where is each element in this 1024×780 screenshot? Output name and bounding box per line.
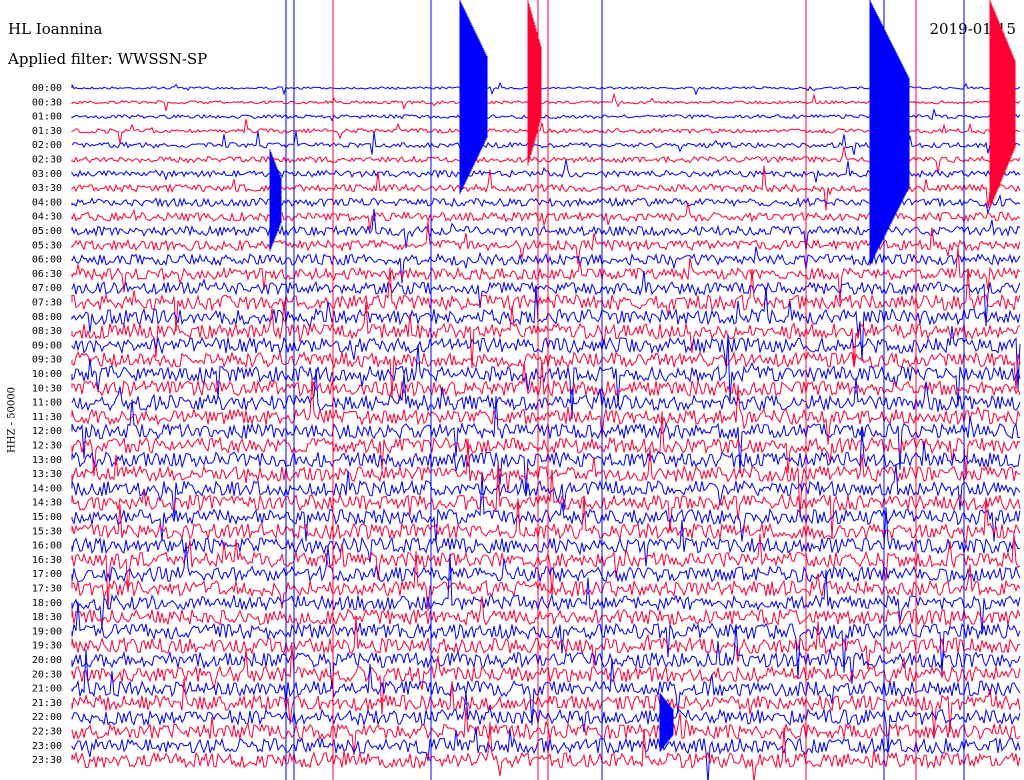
seismogram-plot: 00:00 00:30 01:00 01:30 02:00 02:30 03:00 03:30… [32,0,1021,780]
time-tick-0700: 07:00 [32,283,62,294]
time-tick-0430: 04:30 [32,212,62,223]
trace-row-1630 [71,533,1021,610]
time-tick-0230: 02:30 [32,155,62,166]
time-tick-2030: 20:30 [32,669,62,680]
time-tick-1600: 16:00 [32,541,62,552]
trace-row-1330 [71,438,1021,518]
time-tick-1300: 13:00 [32,455,62,466]
trace-row-1900 [71,601,1021,679]
time-tick-1230: 12:30 [32,441,62,452]
event-burst-1 [527,0,542,166]
time-tick-1630: 16:30 [32,555,62,566]
time-tick-2330: 23:30 [32,755,62,766]
trace-row-1700 [71,542,1021,583]
time-tick-1130: 11:30 [32,412,62,423]
trace-row-0800 [71,285,1021,362]
time-tick-1000: 10:00 [32,369,62,380]
time-tick-1100: 11:00 [32,398,62,409]
trace-row-0830 [71,301,1021,369]
time-tick-1030: 10:30 [32,383,62,394]
time-tick-0300: 03:00 [32,169,62,180]
time-tick-2230: 22:30 [32,727,62,738]
time-tick-1430: 14:30 [32,498,62,509]
trace-row-0900 [71,325,1021,391]
time-tick-1530: 15:30 [32,526,62,537]
time-tick-labels: 00:00 00:30 01:00 01:30 02:00 02:30 03:00 03:30… [32,83,62,766]
time-tick-2000: 20:00 [32,655,62,666]
time-tick-1830: 18:30 [32,612,62,623]
time-tick-1330: 13:30 [32,469,62,480]
trace-row-1830 [71,596,1021,627]
time-tick-2100: 21:00 [32,684,62,695]
trace-group [71,0,1021,780]
time-tick-0330: 03:30 [32,183,62,194]
time-tick-1730: 17:30 [32,584,62,595]
event-burst-4 [269,149,282,252]
time-tick-0000: 00:00 [32,83,62,94]
time-tick-0900: 09:00 [32,340,62,351]
trace-row-1100 [71,368,1021,413]
time-tick-0530: 05:30 [32,240,62,251]
trace-row-1500 [71,473,1021,544]
time-tick-0130: 01:30 [32,126,62,137]
time-tick-0200: 02:00 [32,140,62,151]
event-burst-2 [869,0,910,266]
time-tick-0630: 06:30 [32,269,62,280]
time-tick-0930: 09:30 [32,355,62,366]
time-tick-2200: 22:00 [32,712,62,723]
time-tick-0730: 07:30 [32,298,62,309]
time-tick-0800: 08:00 [32,312,62,323]
time-tick-0400: 04:00 [32,197,62,208]
time-tick-0500: 05:00 [32,226,62,237]
time-tick-0030: 00:30 [32,97,62,108]
event-burst-3 [989,0,1016,209]
trace-row-1000 [71,334,1021,420]
time-tick-1900: 19:00 [32,626,62,637]
time-tick-1700: 17:00 [32,569,62,580]
time-tick-0100: 01:00 [32,112,62,123]
time-tick-0830: 08:30 [32,326,62,337]
trace-row-1600 [71,507,1021,567]
event-burst-0 [459,0,488,195]
trace-row-1800 [71,553,1021,634]
trace-row-1300 [71,427,1021,497]
time-tick-1400: 14:00 [32,483,62,494]
time-tick-1800: 18:00 [32,598,62,609]
trace-row-0600 [71,246,1021,284]
time-tick-2130: 21:30 [32,698,62,709]
time-tick-0600: 06:00 [32,255,62,266]
time-tick-2300: 23:00 [32,741,62,752]
time-tick-1500: 15:00 [32,512,62,523]
time-tick-1930: 19:30 [32,641,62,652]
time-tick-1200: 12:00 [32,426,62,437]
